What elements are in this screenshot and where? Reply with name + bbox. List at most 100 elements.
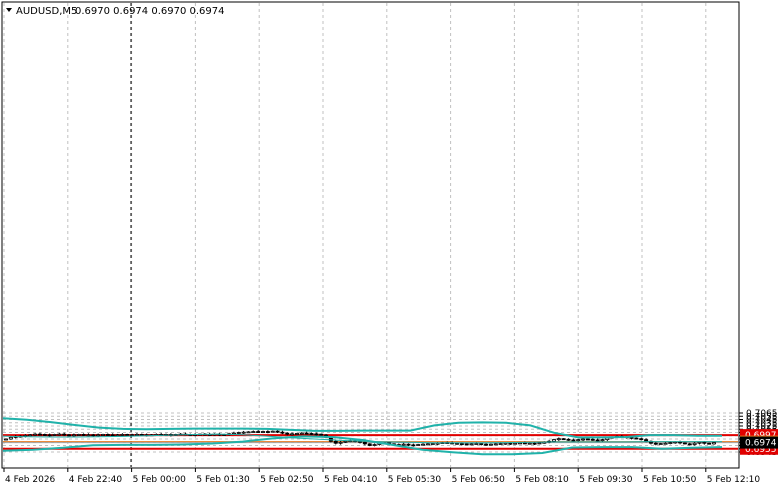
candle-body	[62, 433, 67, 436]
candle-body	[28, 434, 33, 437]
candle-body	[115, 434, 120, 437]
x-tick-label: 5 Feb 10:50	[643, 475, 697, 485]
candle-body	[697, 441, 702, 444]
chart-title: AUDUSD,M5	[16, 6, 77, 17]
candle	[319, 433, 324, 436]
candle-body	[406, 443, 411, 446]
candle-body	[566, 438, 571, 441]
candle-body	[421, 443, 426, 446]
candle-body	[493, 443, 498, 446]
x-tick-label: 5 Feb 08:10	[515, 475, 569, 485]
candle-body	[130, 434, 135, 437]
candle-body	[105, 434, 110, 436]
candle-body	[314, 433, 319, 436]
candle	[28, 434, 33, 437]
candle-body	[600, 439, 605, 442]
candle-body	[333, 440, 338, 444]
candle	[682, 442, 687, 445]
candle-body	[270, 430, 275, 433]
candle-body	[513, 442, 518, 445]
candle	[4, 438, 9, 441]
candle-body	[464, 443, 469, 446]
candle-body	[484, 443, 489, 446]
candle-body	[81, 434, 86, 436]
candle-body	[508, 442, 513, 445]
candle	[52, 433, 57, 436]
candle-body	[236, 432, 241, 434]
candle-body	[488, 443, 493, 446]
candle-body	[33, 433, 38, 436]
candle-body	[367, 443, 372, 446]
x-tick-label: 5 Feb 12:10	[707, 475, 761, 485]
candle-body	[372, 444, 377, 446]
candle-body	[294, 433, 299, 435]
candle-body	[100, 434, 105, 436]
x-tick-label: 5 Feb 00:00	[133, 475, 187, 485]
candle-body	[595, 439, 600, 442]
y-axis: 0.70650.70550.70450.70350.70250.70150.70…	[739, 409, 778, 458]
ohlc-readout: 0.6970 0.6974 0.6970 0.6974	[75, 6, 225, 17]
chart-window: 0.70650.70550.70450.70350.70250.70150.70…	[0, 0, 781, 489]
candle-body	[556, 438, 561, 441]
candle-body	[411, 444, 416, 447]
candle	[367, 443, 372, 447]
candle-body	[110, 434, 115, 437]
candle-body	[246, 431, 251, 434]
candle-body	[430, 443, 435, 445]
candle-body	[527, 442, 532, 445]
candle-body	[265, 431, 270, 433]
candle-body	[712, 442, 717, 445]
candle-body	[261, 431, 266, 433]
candle-body	[561, 438, 566, 441]
x-tick-label: 5 Feb 05:30	[388, 475, 442, 485]
candle-body	[231, 432, 236, 435]
candle-body	[4, 438, 9, 441]
price-chart: 0.70650.70550.70450.70350.70250.70150.70…	[1, 1, 778, 485]
candle-body	[8, 436, 13, 440]
candle-body	[67, 434, 72, 437]
candle-body	[459, 443, 464, 445]
candle-body	[86, 434, 91, 437]
x-tick-label: 5 Feb 09:30	[579, 475, 633, 485]
candle-body	[479, 443, 484, 445]
x-axis: 4 Feb 2026 4 Feb 22:40 5 Feb 00:00 5 Feb 01…	[3, 468, 761, 485]
candle-body	[590, 438, 595, 441]
chart-header: AUDUSD,M5 0.6970 0.6974 0.6970 0.6974	[6, 6, 225, 17]
plot-area	[1, 1, 740, 469]
candle-body	[71, 434, 76, 437]
candle-body	[474, 443, 479, 445]
candle-body	[47, 434, 52, 437]
candle-body	[57, 433, 62, 436]
candle-body	[576, 439, 581, 442]
current-price-label: 0.6974	[745, 439, 777, 449]
candle-body	[275, 430, 280, 433]
candle-body	[280, 431, 285, 434]
candle-body	[304, 432, 309, 435]
candle-body	[518, 442, 523, 445]
candle-body	[37, 433, 42, 436]
candle-body	[707, 442, 712, 445]
x-tick-label: 5 Feb 02:50	[260, 475, 314, 485]
candle-body	[644, 439, 649, 442]
candle	[416, 443, 421, 446]
candle-body	[125, 434, 130, 436]
candle-body	[401, 443, 406, 446]
candle	[634, 437, 639, 440]
x-tick-label: 4 Feb 2026	[5, 475, 56, 485]
candle-body	[319, 433, 324, 436]
candle-body	[425, 443, 430, 446]
candle	[561, 438, 566, 441]
candle-body	[658, 443, 663, 445]
candle-body	[668, 442, 673, 444]
candle-body	[532, 442, 537, 445]
candle-body	[653, 442, 658, 445]
candle-body	[139, 434, 144, 436]
x-tick-label: 5 Feb 01:30	[196, 475, 250, 485]
candle-body	[416, 444, 421, 446]
x-tick-label: 5 Feb 04:10	[324, 475, 378, 485]
candle-body	[469, 443, 474, 446]
candle	[707, 442, 712, 445]
candle-body	[343, 440, 348, 443]
candle-body	[551, 439, 556, 442]
candle-body	[585, 438, 590, 441]
